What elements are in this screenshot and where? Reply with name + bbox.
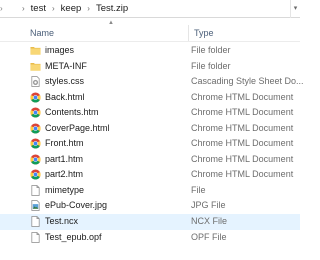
file-row[interactable]: META-INF File folder [0, 59, 300, 75]
file-name: Front.htm [45, 138, 84, 149]
file-type: OPF File [191, 231, 227, 242]
chrome-icon [30, 107, 41, 118]
file-row[interactable]: CoverPage.html Chrome HTML Document [0, 121, 300, 137]
folder-icon [30, 45, 41, 56]
file-row[interactable]: mimetype File [0, 183, 300, 199]
file-row[interactable]: Back.html Chrome HTML Document [0, 90, 300, 106]
generic-file-icon [30, 231, 41, 243]
file-name: META-INF [45, 60, 87, 71]
file-row[interactable]: styles.css Cascading Style Sheet Do... [0, 74, 304, 90]
file-name: Test_epub.opf [45, 231, 102, 242]
chrome-icon [30, 123, 41, 134]
file-row[interactable]: ePub-Cover.jpg JPG File [0, 198, 300, 214]
breadcrumb-item-keep[interactable]: keep [59, 0, 84, 18]
file-type: File folder [191, 60, 231, 71]
breadcrumb-item-test-zip[interactable]: Test.zip [94, 0, 130, 18]
generic-file-icon [30, 216, 41, 227]
file-name: Contents.htm [45, 107, 99, 118]
file-type: File folder [191, 45, 231, 55]
file-name: images [45, 45, 75, 55]
chrome-icon [30, 92, 41, 103]
file-type: Chrome HTML Document [191, 153, 294, 164]
address-bar[interactable]: › › test › keep › Test.zip ▾ [0, 0, 300, 18]
chrome-icon [30, 169, 41, 180]
column-header-name[interactable]: Name [30, 28, 54, 38]
file-name: Back.html [45, 91, 85, 102]
file-row[interactable]: Contents.htm Chrome HTML Document [0, 105, 300, 121]
file-name: ePub-Cover.jpg [45, 200, 108, 211]
file-row[interactable]: Front.htm Chrome HTML Document [0, 136, 300, 152]
file-row[interactable]: part2.htm Chrome HTML Document [0, 167, 300, 183]
generic-file-icon [30, 185, 41, 196]
file-type: Cascading Style Sheet Do... [191, 76, 304, 87]
folder-icon [30, 61, 41, 72]
file-type: Chrome HTML Document [191, 91, 294, 102]
file-type: Chrome HTML Document [191, 122, 294, 133]
file-name: Test.ncx [45, 216, 79, 227]
file-name: styles.css [45, 76, 85, 87]
css-file-icon [30, 76, 41, 88]
chevron-right-icon: › [22, 4, 25, 13]
file-row[interactable]: Test.ncx NCX File [0, 214, 300, 230]
address-dropdown-icon[interactable]: ▾ [290, 0, 300, 18]
back-chevron-icon[interactable]: › [0, 0, 7, 18]
file-type: Chrome HTML Document [191, 107, 294, 118]
breadcrumb: › test › keep › Test.zip [18, 0, 130, 18]
file-list: images File folder META-INF File folder styl… [0, 43, 304, 246]
chevron-right-icon: › [51, 4, 55, 13]
file-type: File [191, 184, 206, 195]
chevron-right-icon: › [87, 4, 90, 13]
file-name: part2.htm [45, 169, 84, 180]
chrome-icon [30, 154, 41, 165]
file-name: part1.htm [45, 153, 84, 164]
file-type: NCX File [191, 216, 228, 227]
file-type: Chrome HTML Document [191, 138, 294, 149]
file-row[interactable]: part1.htm Chrome HTML Document [0, 152, 300, 168]
file-name: CoverPage.html [45, 122, 110, 133]
file-name: mimetype [45, 184, 85, 195]
file-row[interactable]: Test_epub.opf OPF File [0, 230, 300, 246]
column-divider[interactable] [188, 25, 189, 41]
file-type: JPG File [191, 200, 226, 211]
column-header-row: Name Type [0, 24, 300, 42]
image-file-icon [30, 200, 41, 212]
file-type: Chrome HTML Document [191, 169, 294, 180]
file-row[interactable]: images File folder [0, 43, 300, 59]
chrome-icon [30, 138, 41, 149]
breadcrumb-item-test[interactable]: test [29, 0, 48, 18]
column-header-type[interactable]: Type [194, 28, 214, 38]
